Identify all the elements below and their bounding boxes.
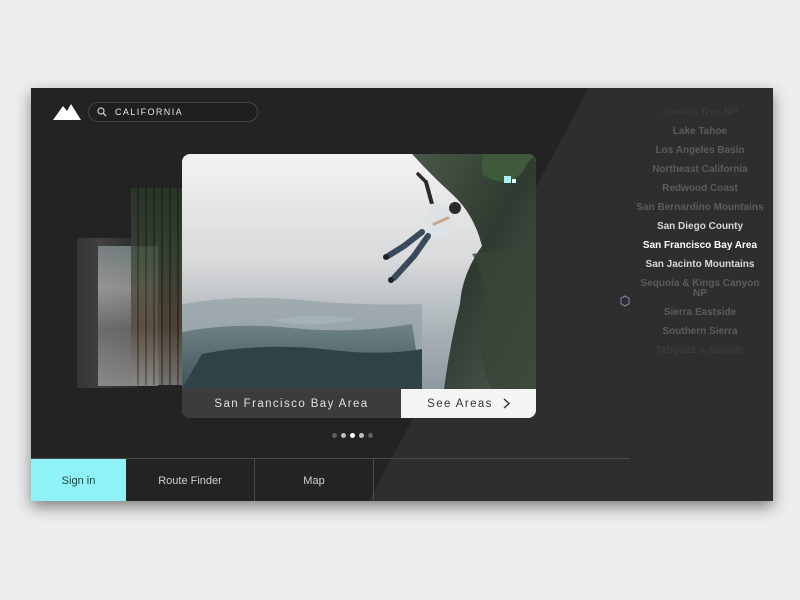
sign-in-button[interactable]: Sign in: [31, 459, 126, 501]
region-item[interactable]: Northeast California: [635, 165, 765, 175]
region-item[interactable]: Sierra Eastside: [635, 308, 765, 318]
pagination-dot[interactable]: [341, 433, 346, 438]
search-input[interactable]: CALIFORNIA: [115, 107, 183, 117]
hexagon-icon[interactable]: [620, 295, 630, 307]
region-item[interactable]: Southern Sierra: [635, 327, 765, 337]
area-caption: San Francisco Bay Area: [182, 389, 401, 418]
map-button[interactable]: Map: [255, 459, 374, 501]
chevron-right-icon: [503, 398, 510, 409]
carousel-pagination[interactable]: [332, 433, 373, 438]
climber-photo: [182, 154, 536, 389]
pagination-dot[interactable]: [332, 433, 337, 438]
pagination-dot[interactable]: [368, 433, 373, 438]
app-window: CALIFORNIA San Francisco Bay Area See Ar…: [31, 88, 773, 501]
area-name: San Francisco Bay Area: [214, 397, 369, 410]
see-areas-button[interactable]: See Areas: [401, 389, 536, 418]
pagination-dot[interactable]: [350, 433, 355, 438]
region-item[interactable]: Joshua Tree NP: [635, 108, 765, 118]
featured-area-card[interactable]: San Francisco Bay Area See Areas: [182, 154, 536, 418]
see-areas-label: See Areas: [427, 397, 493, 410]
region-item[interactable]: San Francisco Bay Area: [635, 241, 765, 251]
region-item[interactable]: Redwood Coast: [635, 184, 765, 194]
region-item[interactable]: Lake Tahoe: [635, 127, 765, 137]
mountain-logo-icon[interactable]: [52, 102, 82, 122]
region-item[interactable]: Los Angeles Basin: [635, 146, 765, 156]
region-item[interactable]: San Jacinto Mountains: [635, 260, 765, 270]
search-bar[interactable]: CALIFORNIA: [88, 102, 258, 122]
search-icon: [97, 106, 109, 118]
region-item[interactable]: Sequoia & Kings Canyon NP: [635, 279, 765, 299]
photo-marker: [504, 176, 511, 183]
pagination-dot[interactable]: [359, 433, 364, 438]
bottom-nav: Sign in Route Finder Map: [31, 458, 630, 501]
region-list: Joshua Tree NP Lake Tahoe Los Angeles Basi…: [635, 108, 765, 365]
region-item[interactable]: San Diego County: [635, 222, 765, 232]
route-finder-button[interactable]: Route Finder: [126, 459, 255, 501]
region-item[interactable]: San Bernardino Mountains: [635, 203, 765, 213]
region-item[interactable]: Tahquitz & Suicide: [635, 346, 765, 356]
